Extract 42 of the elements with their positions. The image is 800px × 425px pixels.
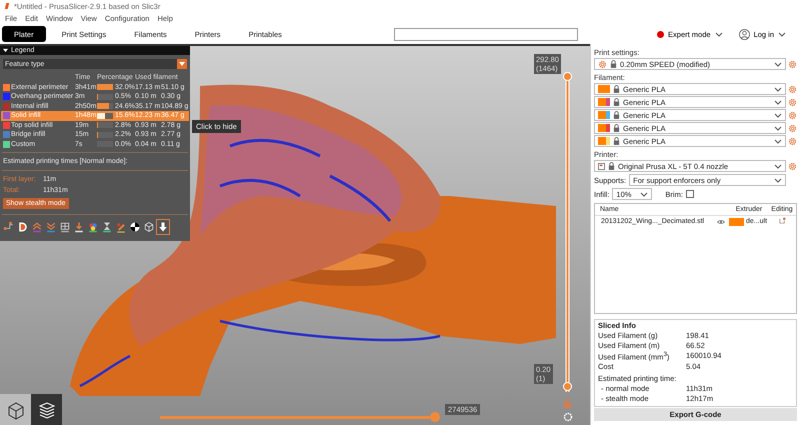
lock-icon — [608, 162, 615, 170]
cube-icon — [6, 400, 26, 420]
chevron-down-icon — [774, 164, 782, 168]
search-field[interactable] — [394, 28, 578, 40]
down-arrow-icon[interactable] — [157, 220, 169, 234]
chevron-down-icon — [778, 32, 786, 36]
3d-view-button[interactable] — [0, 394, 31, 425]
brim-checkbox[interactable] — [686, 190, 694, 198]
printer-icon — [598, 162, 605, 170]
lock-icon — [610, 60, 617, 68]
slider-thumb[interactable] — [563, 72, 572, 81]
chevron-down-icon — [714, 32, 723, 36]
grid-icon[interactable] — [59, 220, 71, 234]
settings-icon[interactable] — [788, 162, 797, 170]
collapse-icon[interactable] — [3, 48, 8, 53]
chevron-down-icon[interactable] — [45, 220, 57, 234]
preview-button[interactable] — [31, 394, 62, 425]
eye-icon[interactable] — [717, 218, 725, 224]
percentage-track — [97, 132, 113, 138]
settings-icon[interactable] — [788, 60, 797, 68]
chevron-down-icon — [640, 192, 648, 196]
lock-icon — [613, 124, 620, 132]
dropdown-icon — [179, 61, 185, 67]
user-icon — [738, 28, 750, 40]
slider-thumb[interactable] — [430, 412, 440, 422]
layers-icon — [36, 400, 56, 420]
lock-icon — [613, 111, 620, 119]
percentage-track — [97, 94, 113, 100]
lock-icon — [613, 85, 620, 93]
percentage-track — [97, 84, 113, 90]
app-logo-icon — [4, 2, 10, 10]
lock-icon — [613, 137, 620, 145]
quadrant-circle-icon[interactable] — [129, 220, 141, 234]
down-arrow-icon[interactable] — [73, 220, 85, 234]
hourglass-icon[interactable] — [101, 220, 113, 234]
gear-icon[interactable] — [598, 60, 607, 68]
slider-thumb[interactable] — [563, 382, 572, 391]
chevron-down-icon — [774, 178, 782, 182]
percentage-track — [97, 103, 113, 110]
chevron-down-icon — [774, 62, 782, 66]
edit-icon[interactable] — [778, 217, 786, 224]
lock-icon — [613, 98, 620, 106]
